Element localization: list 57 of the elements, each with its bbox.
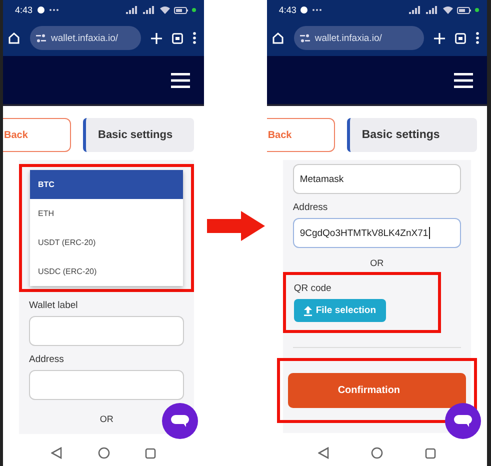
- status-time: 4:43: [15, 5, 33, 15]
- field-label: Address: [29, 354, 65, 365]
- more-notifications-icon: [312, 8, 322, 12]
- battery-icon: [174, 6, 188, 14]
- upload-icon: [304, 306, 312, 316]
- battery-icon: [457, 6, 472, 14]
- wifi-icon: [443, 6, 454, 14]
- or-separator: OR: [100, 414, 114, 424]
- input-field[interactable]: 9CgdQo3HTMTkV8LK4ZnX71: [292, 218, 462, 248]
- dropdown-option[interactable]: USDT (ERC-20): [30, 228, 184, 257]
- input-field[interactable]: [29, 370, 184, 400]
- field-label: QR code: [294, 283, 332, 294]
- address-bar[interactable]: wallet.infaxia.io/: [30, 26, 142, 50]
- status-dot-icon: [192, 8, 196, 12]
- field-label: Address: [292, 202, 329, 213]
- home-circle-icon[interactable]: [370, 447, 383, 459]
- confirmation-button[interactable]: Confirmation: [288, 373, 466, 408]
- home-icon[interactable]: [8, 32, 20, 44]
- tabs-icon[interactable]: [172, 32, 184, 44]
- menu-icon[interactable]: [454, 72, 474, 88]
- dropdown-option[interactable]: USDC (ERC-20): [30, 257, 184, 286]
- address-bar[interactable]: wallet.infaxia.io/: [294, 26, 424, 50]
- field-label: Wallet label: [29, 300, 79, 311]
- more-icon[interactable]: [476, 32, 480, 44]
- status-time: 4:43: [278, 5, 296, 15]
- chat-icon: [454, 414, 472, 428]
- site-settings-icon[interactable]: [300, 34, 310, 42]
- new-tab-icon[interactable]: [434, 32, 446, 44]
- notification-icon: [36, 6, 45, 14]
- or-separator: OR: [370, 258, 384, 268]
- settings-tab[interactable]: Basic settings: [83, 118, 194, 152]
- back-icon[interactable]: [318, 447, 329, 459]
- chat-icon: [171, 414, 190, 428]
- status-dot-icon: [475, 8, 480, 12]
- settings-tab[interactable]: Basic settings: [346, 118, 478, 152]
- home-icon[interactable]: [272, 32, 284, 44]
- input-field[interactable]: Metamask: [292, 164, 462, 194]
- input-field[interactable]: [29, 316, 184, 346]
- url-text: wallet.infaxia.io/: [314, 32, 382, 44]
- signal-icon: [409, 6, 440, 14]
- right-arrow: [206, 211, 265, 241]
- new-tab-icon[interactable]: [151, 32, 162, 44]
- more-icon[interactable]: [193, 32, 196, 44]
- wifi-icon: [160, 6, 170, 14]
- dropdown-option[interactable]: ETH: [30, 199, 184, 228]
- tabs-icon[interactable]: [455, 32, 466, 44]
- home-circle-icon[interactable]: [98, 447, 110, 459]
- signal-icon: [126, 6, 156, 14]
- more-notifications-icon: [48, 8, 59, 12]
- back-icon[interactable]: [50, 447, 62, 459]
- menu-icon[interactable]: [171, 72, 190, 88]
- dropdown-option[interactable]: BTC: [30, 170, 184, 199]
- url-text: wallet.infaxia.io/: [51, 32, 118, 44]
- recents-icon[interactable]: [424, 448, 436, 458]
- notification-icon: [300, 6, 308, 14]
- site-settings-icon[interactable]: [36, 34, 46, 42]
- recents-icon[interactable]: [145, 448, 156, 458]
